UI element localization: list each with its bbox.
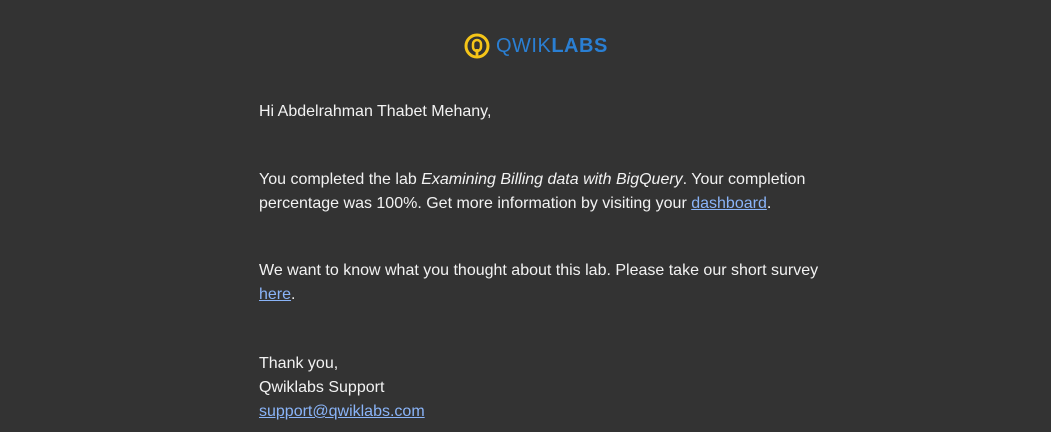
wordmark-bold: LABS — [551, 35, 608, 57]
wordmark-light: QWIK — [496, 35, 552, 57]
qwiklabs-wordmark: QWIKLABS — [496, 32, 608, 60]
completion-suffix: . — [766, 195, 772, 212]
qwiklabs-logo-icon — [464, 33, 490, 59]
completion-message: You completed the lab Examining Billing … — [259, 168, 819, 216]
qwiklabs-logo: QWIKLABS — [463, 31, 608, 61]
survey-suffix: . — [291, 286, 296, 303]
lab-name: Examining Billing data with BigQuery — [421, 171, 683, 188]
survey-message: We want to know what you thought about t… — [259, 259, 819, 307]
survey-link[interactable]: here — [259, 286, 291, 303]
completion-prefix: You completed the lab — [259, 171, 422, 188]
signoff: Thank you, Qwiklabs Support support@qwik… — [259, 352, 819, 424]
thanks-text: Thank you, — [259, 355, 339, 372]
survey-prefix: We want to know what you thought about t… — [259, 262, 819, 279]
dashboard-link[interactable]: dashboard — [691, 195, 767, 212]
support-team: Qwiklabs Support — [259, 379, 385, 396]
greeting: Hi Abdelrahman Thabet Mehany, — [259, 103, 492, 120]
support-email-link[interactable]: support@qwiklabs.com — [259, 403, 425, 420]
